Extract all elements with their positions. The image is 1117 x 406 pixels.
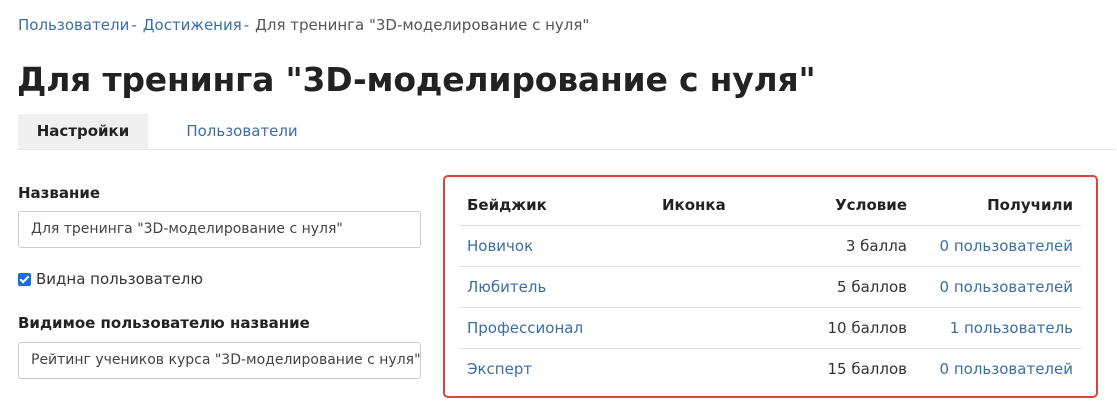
badge-name-link[interactable]: Эксперт [467,360,532,378]
badge-icon-cell [655,307,750,349]
badge-name-link[interactable]: Новичок [467,237,533,255]
badge-condition: 15 баллов [827,360,908,378]
table-row: Новичок 3 балла 0 пользователей [460,225,1081,267]
breadcrumb-separator: - [243,16,250,34]
badge-received-link[interactable]: 0 пользователей [940,360,1073,378]
visible-checkbox-label: Видна пользователю [36,270,203,288]
visible-name-label: Видимое пользователю название [18,314,310,332]
badge-received-link[interactable]: 0 пользователей [940,278,1073,296]
badge-name-link[interactable]: Любитель [467,278,546,296]
table-row: Эксперт 15 баллов 0 пользователей [460,349,1081,390]
name-label: Название [18,184,101,202]
table-header-row: Бейджик Иконка Условие Получили [460,185,1081,226]
breadcrumb-link-users[interactable]: Пользователи [18,16,129,34]
badge-icon-cell [655,349,750,390]
breadcrumb: Пользователи - Достижения - Для тренинга "3D… [18,14,589,36]
breadcrumb-current: Для тренинга "3D-моделирование с нуля" [255,16,590,34]
visible-checkbox[interactable] [18,272,31,286]
header-received: Получили [915,185,1081,226]
table-row: Любитель 5 баллов 0 пользователей [460,266,1081,308]
badge-condition: 5 баллов [837,278,907,296]
badge-name-link[interactable]: Профессионал [467,319,583,337]
header-condition: Условие [750,185,915,226]
table-row: Профессионал 10 баллов 1 пользователь [460,307,1081,349]
tab-settings[interactable]: Настройки [18,114,148,149]
header-icon: Иконка [655,185,750,226]
tab-users[interactable]: Пользователи [148,114,336,149]
page: Пользователи - Достижения - Для тренинга "3D… [0,0,1117,406]
badge-icon-cell [655,225,750,267]
badge-icon-cell [655,266,750,308]
tabs: Настройки Пользователи [18,114,1116,150]
visible-name-input[interactable]: Рейтинг учеников курса "3D-моделирование… [18,342,421,379]
header-badge: Бейджик [460,185,655,226]
badge-condition: 10 баллов [827,319,908,337]
breadcrumb-link-achievements[interactable]: Достижения [143,16,242,34]
visible-checkbox-row[interactable]: Видна пользователю [18,268,203,290]
badge-condition: 3 балла [845,237,907,255]
badge-received-link[interactable]: 0 пользователей [940,237,1073,255]
badge-received-link[interactable]: 1 пользователь [950,319,1073,337]
badges-panel: Бейджик Иконка Условие Получили Новичок … [443,175,1098,398]
page-title: Для тренинга "3D-моделирование с нуля" [17,60,816,99]
badges-table: Бейджик Иконка Условие Получили Новичок … [460,185,1081,389]
name-input[interactable]: Для тренинга "3D-моделирование с нуля" [18,211,421,248]
breadcrumb-separator: - [131,16,137,34]
